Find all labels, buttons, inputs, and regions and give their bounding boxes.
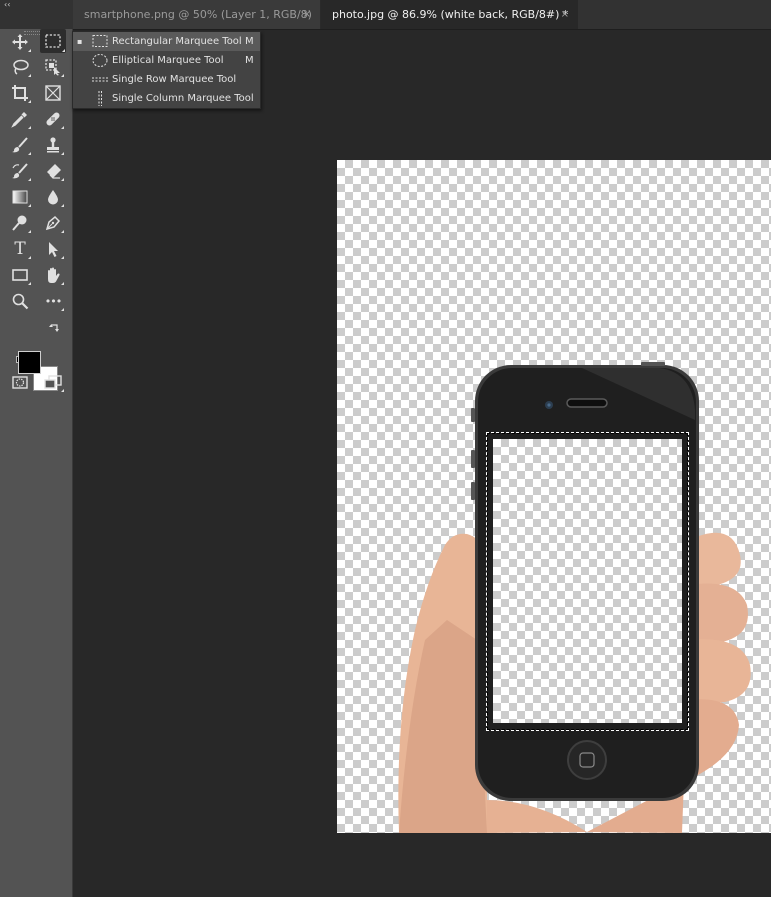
bandage-icon bbox=[46, 112, 60, 126]
dodge-tool[interactable] bbox=[8, 212, 32, 234]
tool-group-indicator bbox=[61, 230, 64, 233]
gradient-tool[interactable] bbox=[8, 186, 32, 208]
tool-group-indicator bbox=[61, 178, 64, 181]
flyout-item-label: Elliptical Marquee Tool bbox=[112, 55, 224, 66]
eyedropper-tool[interactable] bbox=[8, 108, 32, 130]
pen-icon bbox=[45, 215, 61, 231]
tool-group-indicator bbox=[61, 74, 64, 77]
tool-group-indicator bbox=[61, 256, 64, 259]
tab-smartphone-png[interactable]: smartphone.png @ 50% (Layer 1, RGB/8) × bbox=[73, 0, 321, 29]
eraser-icon bbox=[47, 164, 61, 179]
tool-group-indicator bbox=[28, 74, 31, 77]
hand-icon bbox=[48, 267, 60, 283]
tab-close-button[interactable]: × bbox=[561, 0, 569, 29]
marquee-icon bbox=[45, 34, 61, 48]
rectangle-icon bbox=[12, 269, 28, 281]
tool-group-indicator bbox=[28, 178, 31, 181]
tab-title: smartphone.png @ 50% (Layer 1, RGB/8) bbox=[84, 8, 312, 21]
move-icon bbox=[12, 34, 28, 50]
clone-stamp-tool[interactable] bbox=[41, 134, 65, 156]
document-canvas[interactable] bbox=[337, 160, 771, 833]
row-marquee-icon bbox=[92, 77, 108, 82]
shortcut-key: M bbox=[245, 36, 254, 47]
screen-mode-icon bbox=[44, 375, 62, 389]
flyout-item-single-column-marquee[interactable]: Single Column Marquee Tool bbox=[73, 89, 260, 108]
quick-mask-icon bbox=[12, 376, 28, 389]
pen-tool[interactable] bbox=[41, 212, 65, 234]
object-selection-icon bbox=[45, 59, 60, 76]
blur-tool[interactable] bbox=[41, 186, 65, 208]
history-brush-icon bbox=[12, 163, 28, 179]
lasso-icon bbox=[13, 59, 29, 75]
selected-marker: ▪ bbox=[77, 37, 83, 46]
tab-title: photo.jpg @ 86.9% (white back, RGB/8#) * bbox=[332, 8, 569, 21]
tool-group-indicator bbox=[61, 389, 64, 392]
eraser-tool[interactable] bbox=[41, 160, 65, 182]
tool-group-indicator bbox=[28, 282, 31, 285]
flyout-item-rectangular-marquee[interactable]: ▪ Rectangular Marquee Tool M bbox=[73, 32, 260, 51]
ellipse-marquee-icon bbox=[92, 54, 108, 67]
marquee-selection[interactable] bbox=[486, 432, 689, 731]
rectangle-tool[interactable] bbox=[8, 264, 32, 286]
tool-group-indicator bbox=[28, 204, 31, 207]
arrow-icon bbox=[49, 242, 58, 257]
object-selection-tool[interactable] bbox=[41, 56, 65, 78]
more-icon: ••• bbox=[44, 294, 62, 308]
edit-toolbar[interactable]: ••• bbox=[41, 290, 65, 312]
shortcut-key: M bbox=[245, 55, 254, 66]
rect-marquee-icon bbox=[92, 35, 108, 47]
collapse-panels-button[interactable]: ‹‹ bbox=[4, 0, 72, 10]
flyout-item-label: Single Column Marquee Tool bbox=[112, 93, 254, 104]
tool-group-indicator bbox=[61, 152, 64, 155]
flyout-item-single-row-marquee[interactable]: Single Row Marquee Tool bbox=[73, 70, 260, 89]
tool-group-indicator bbox=[61, 204, 64, 207]
document-tab-bar: ‹‹ smartphone.png @ 50% (Layer 1, RGB/8)… bbox=[0, 0, 771, 30]
rectangular-marquee-tool[interactable] bbox=[40, 29, 66, 53]
screen-mode-button[interactable] bbox=[41, 371, 65, 393]
foreground-color-swatch[interactable] bbox=[18, 351, 41, 374]
tools-panel: T ••• bbox=[0, 29, 73, 897]
tool-group-indicator bbox=[61, 308, 64, 311]
quick-mask-button[interactable] bbox=[8, 371, 32, 393]
tab-photo-jpg[interactable]: photo.jpg @ 86.9% (white back, RGB/8#) *… bbox=[321, 0, 578, 29]
tool-group-indicator bbox=[62, 49, 65, 52]
flyout-item-elliptical-marquee[interactable]: Elliptical Marquee Tool M bbox=[73, 51, 260, 70]
path-selection-tool[interactable] bbox=[41, 238, 65, 260]
tool-group-indicator bbox=[28, 126, 31, 129]
zoom-tool[interactable] bbox=[8, 290, 32, 312]
drop-icon bbox=[48, 190, 58, 205]
gradient-icon bbox=[12, 190, 28, 204]
zoom-icon bbox=[12, 293, 29, 310]
tool-group-indicator bbox=[28, 100, 31, 103]
stamp-icon bbox=[47, 137, 59, 153]
healing-brush-tool[interactable] bbox=[41, 108, 65, 130]
brush-icon bbox=[12, 137, 28, 153]
flyout-item-label: Rectangular Marquee Tool bbox=[112, 36, 242, 47]
crop-icon bbox=[12, 85, 28, 101]
type-icon: T bbox=[14, 239, 26, 259]
tool-group-indicator bbox=[61, 126, 64, 129]
flyout-item-label: Single Row Marquee Tool bbox=[112, 74, 237, 85]
column-marquee-icon bbox=[98, 91, 102, 106]
tool-group-indicator bbox=[28, 49, 31, 52]
lasso-tool[interactable] bbox=[8, 56, 32, 78]
brush-tool[interactable] bbox=[8, 134, 32, 156]
frame-tool[interactable] bbox=[41, 82, 65, 104]
marquee-tools-flyout: ▪ Rectangular Marquee Tool M Elliptical … bbox=[72, 31, 261, 109]
type-tool[interactable]: T bbox=[8, 238, 32, 260]
dodge-icon bbox=[12, 215, 27, 231]
frame-icon bbox=[45, 85, 61, 101]
tool-group-indicator bbox=[28, 152, 31, 155]
move-tool[interactable] bbox=[8, 31, 32, 53]
tool-group-indicator bbox=[61, 282, 64, 285]
crop-tool[interactable] bbox=[8, 82, 32, 104]
tab-close-button[interactable]: × bbox=[303, 0, 311, 29]
tool-group-indicator bbox=[28, 256, 31, 259]
tool-group-indicator bbox=[28, 230, 31, 233]
eyedropper-icon bbox=[11, 112, 27, 128]
history-brush-tool[interactable] bbox=[8, 160, 32, 182]
hand-tool[interactable] bbox=[41, 264, 65, 286]
swap-colors-icon[interactable] bbox=[48, 320, 60, 332]
